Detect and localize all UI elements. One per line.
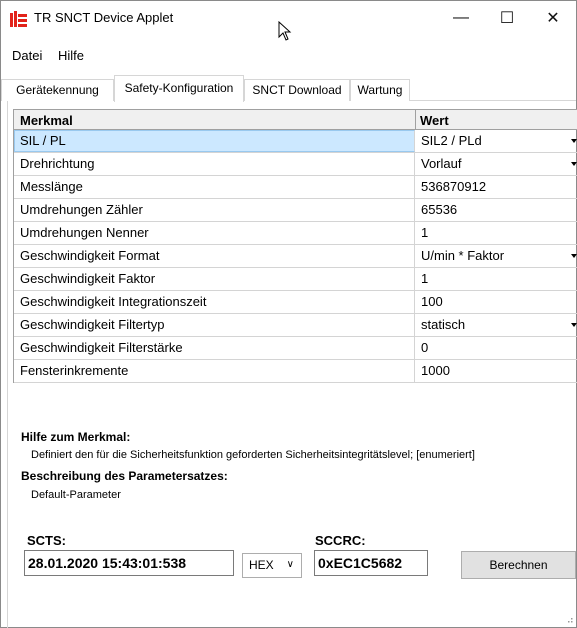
- close-button[interactable]: ✕: [530, 1, 576, 35]
- grid-row[interactable]: Geschwindigkeit Filterstärke 0: [14, 337, 577, 360]
- app-window: TR SNCT Device Applet — ☐ ✕ Datei Hilfe …: [0, 0, 577, 628]
- grid-row-value-dropdown[interactable]: statisch: [416, 314, 577, 336]
- grid-row-value: 1: [421, 225, 429, 240]
- grid-row[interactable]: Geschwindigkeit Filtertyp statisch: [14, 314, 577, 337]
- header-divider: [415, 110, 416, 130]
- tab-geraetekennung[interactable]: Gerätekennung: [1, 79, 114, 101]
- description-text: Default-Parameter: [31, 489, 121, 501]
- menu-hilfe[interactable]: Hilfe: [58, 48, 84, 63]
- sccrc-label: SCCRC:: [315, 533, 366, 548]
- tab-strip: Gerätekennung Safety-Konfiguration SNCT …: [1, 75, 576, 102]
- tab-wartung[interactable]: Wartung: [350, 79, 410, 101]
- property-grid: Merkmal Wert SIL / PL SIL2 / PLd Drehricht…: [13, 109, 577, 383]
- grid-row-key[interactable]: Umdrehungen Zähler: [14, 199, 415, 221]
- sccrc-field[interactable]: 0xEC1C5682: [314, 550, 428, 576]
- grid-header: Merkmal Wert: [14, 110, 577, 130]
- grid-row-key[interactable]: Umdrehungen Nenner: [14, 222, 415, 244]
- grid-row-value-field[interactable]: 1: [416, 268, 577, 290]
- maximize-button[interactable]: ☐: [484, 1, 530, 35]
- window-title: TR SNCT Device Applet: [34, 10, 174, 25]
- grid-row-value-dropdown[interactable]: Vorlauf: [416, 153, 577, 175]
- grid-row-value: 0: [421, 340, 429, 355]
- grid-row-value-dropdown[interactable]: SIL2 / PLd: [416, 130, 577, 152]
- grid-row-value: 100: [421, 294, 443, 309]
- dropdown-arrow-icon[interactable]: [571, 139, 577, 143]
- grid-row[interactable]: Umdrehungen Zähler 65536: [14, 199, 577, 222]
- scts-field[interactable]: 28.01.2020 15:43:01:538: [24, 550, 234, 576]
- grid-row-value-dropdown[interactable]: U/min * Faktor: [416, 245, 577, 267]
- tab-safety-konfiguration[interactable]: Safety-Konfiguration: [114, 75, 244, 102]
- grid-row-value-field[interactable]: 0: [416, 337, 577, 359]
- grid-row-key[interactable]: Geschwindigkeit Faktor: [14, 268, 415, 290]
- grid-row-key[interactable]: Geschwindigkeit Filterstärke: [14, 337, 415, 359]
- grid-row-value-field[interactable]: 65536: [416, 199, 577, 221]
- grid-row-key[interactable]: Drehrichtung: [14, 153, 415, 175]
- berechnen-button[interactable]: Berechnen: [461, 551, 576, 579]
- grid-row-value-field[interactable]: 1000: [416, 360, 577, 382]
- grid-row-key[interactable]: Geschwindigkeit Filtertyp: [14, 314, 415, 336]
- format-select-value: HEX: [249, 558, 274, 572]
- header-wert: Wert: [420, 113, 449, 128]
- grid-row-key[interactable]: Fensterinkremente: [14, 360, 415, 382]
- tab-snct-download[interactable]: SNCT Download: [244, 79, 350, 101]
- grid-row-key[interactable]: Geschwindigkeit Integrationszeit: [14, 291, 415, 313]
- grid-row-value-field[interactable]: 536870912: [416, 176, 577, 198]
- dropdown-arrow-icon[interactable]: [571, 162, 577, 166]
- grid-row-value-field[interactable]: 100: [416, 291, 577, 313]
- grid-row-value: statisch: [421, 317, 466, 332]
- scts-label: SCTS:: [27, 533, 66, 548]
- grid-row-value: SIL2 / PLd: [421, 133, 482, 148]
- help-title: Hilfe zum Merkmal:: [21, 430, 131, 444]
- app-logo-icon: [10, 11, 27, 27]
- grid-row-value: U/min * Faktor: [421, 248, 505, 263]
- grid-row-value: Vorlauf: [421, 156, 462, 171]
- grid-row[interactable]: Messlänge 536870912: [14, 176, 577, 199]
- dropdown-arrow-icon[interactable]: [571, 254, 577, 258]
- grid-row-key[interactable]: Geschwindigkeit Format: [14, 245, 415, 267]
- help-text: Definiert den für die Sicherheitsfunktio…: [31, 449, 475, 461]
- grid-row[interactable]: Umdrehungen Nenner 1: [14, 222, 577, 245]
- chevron-down-icon: ∨: [286, 559, 294, 570]
- grid-row-value: 536870912: [421, 179, 487, 194]
- description-title: Beschreibung des Parametersatzes:: [21, 469, 228, 483]
- grid-row[interactable]: Geschwindigkeit Format U/min * Faktor: [14, 245, 577, 268]
- format-select[interactable]: HEX ∨: [242, 553, 302, 578]
- grid-row-key[interactable]: Messlänge: [14, 176, 415, 198]
- grid-row[interactable]: Fensterinkremente 1000: [14, 360, 577, 383]
- grid-row-key[interactable]: SIL / PL: [14, 130, 415, 152]
- grid-row[interactable]: Geschwindigkeit Faktor 1: [14, 268, 577, 291]
- grid-row-value: 1000: [421, 363, 450, 378]
- grid-row[interactable]: Drehrichtung Vorlauf: [14, 153, 577, 176]
- menu-datei[interactable]: Datei: [12, 48, 42, 63]
- mouse-cursor-icon: [278, 21, 292, 41]
- header-merkmal: Merkmal: [20, 113, 73, 128]
- title-bar[interactable]: TR SNCT Device Applet — ☐ ✕: [1, 1, 576, 41]
- grid-row-value: 65536: [421, 202, 458, 217]
- dropdown-arrow-icon[interactable]: [571, 323, 577, 327]
- grid-row-value: 1: [421, 271, 429, 286]
- resize-grip-icon[interactable]: [565, 615, 573, 623]
- grid-row[interactable]: SIL / PL SIL2 / PLd: [14, 130, 577, 153]
- grid-row-value-field[interactable]: 1: [416, 222, 577, 244]
- grid-row[interactable]: Geschwindigkeit Integrationszeit 100: [14, 291, 577, 314]
- minimize-button[interactable]: —: [438, 1, 484, 35]
